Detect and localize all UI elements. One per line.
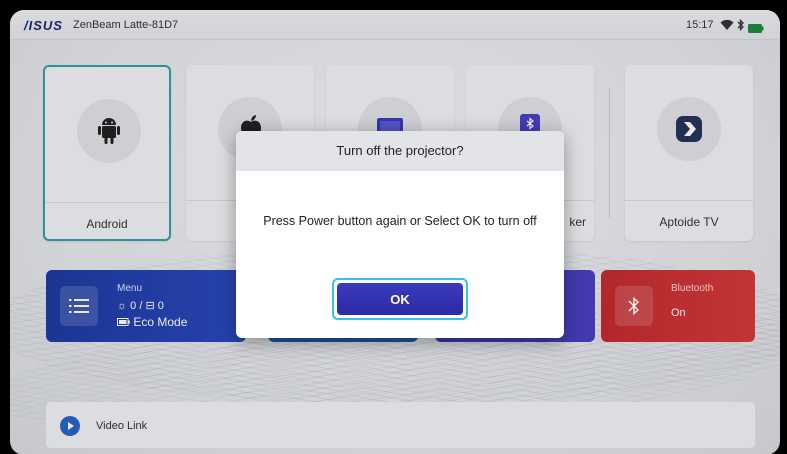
power-off-dialog: Turn off the projector? Press Power butt…: [236, 131, 564, 338]
dialog-title: Turn off the projector?: [336, 143, 464, 158]
dialog-header: Turn off the projector?: [236, 131, 564, 171]
ok-button[interactable]: OK: [337, 283, 463, 315]
ok-focus-ring: OK: [332, 278, 468, 320]
home-screen: /ISUS ZenBeam Latte-81D7 15:17 Android k…: [10, 10, 780, 454]
dialog-message: Press Power button again or Select OK to…: [263, 214, 537, 228]
projector-screen: /ISUS ZenBeam Latte-81D7 15:17 Android k…: [0, 0, 787, 454]
